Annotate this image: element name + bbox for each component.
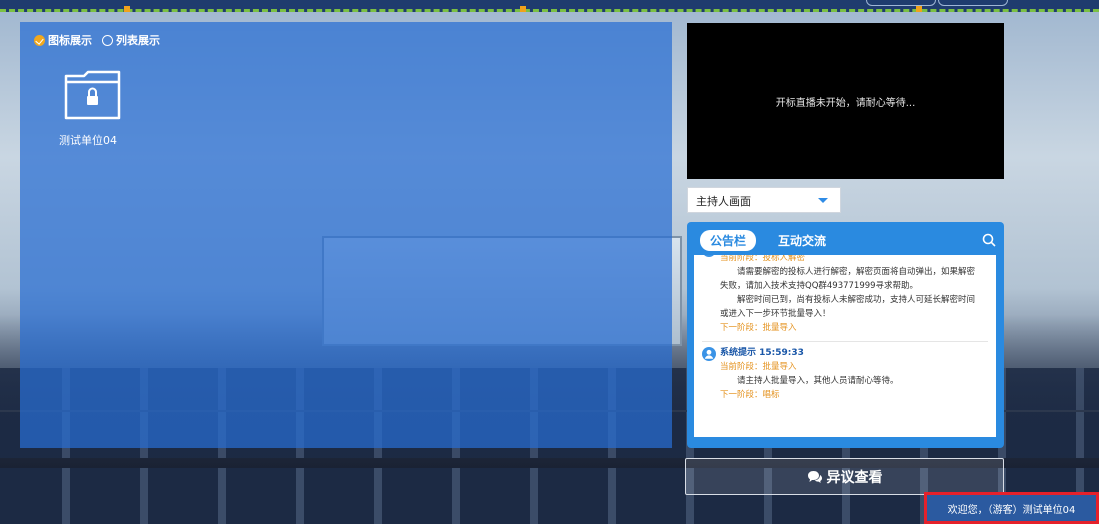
top-strip [0,0,1099,12]
view-toggle: 图标展示 列表展示 [34,32,160,48]
welcome-user: 欢迎您，（游客）测试单位04 [924,492,1099,524]
message-list[interactable]: 当前阶段：投标人解密 请需要解密的投标人进行解密，解密页面将自动弹出，如果解密 … [694,255,996,437]
chat-icon [807,470,822,483]
tab-interaction[interactable]: 互动交流 [768,230,836,251]
list-item: 系统提示 15:59:33 当前阶段：批量导入 请主持人批量导入，其他人员请耐心… [694,346,996,402]
list-item: 当前阶段：投标人解密 请需要解密的投标人进行解密，解密页面将自动弹出，如果解密 … [694,255,996,335]
search-icon[interactable] [982,233,996,247]
divider [702,341,988,342]
icon-view-radio[interactable]: 图标展示 [34,32,92,48]
list-view-radio[interactable]: 列表展示 [102,32,160,48]
live-video: 开标直播未开始，请耐心等待... [687,23,1004,179]
bulletin-panel: 公告栏 互动交流 当前阶段：投标人解密 请需要解密的投标人进行解密，解密页面将自… [687,222,1004,448]
tab-bulletin[interactable]: 公告栏 [700,230,757,251]
avatar [702,347,716,361]
objection-view-button[interactable]: 异议查看 [685,458,1004,495]
locked-folder-icon [64,70,121,120]
camera-select[interactable]: 主持人画面 [687,187,841,213]
avatar [702,255,716,257]
radio-empty-icon [102,34,113,46]
check-icon [34,34,45,46]
bidder-panel: 图标展示 列表展示 测试单位04 [20,22,672,448]
message-sender: 系统提示 15:59:33 [720,348,804,358]
unit-folder[interactable]: 测试单位04 [59,70,122,148]
chevron-down-icon [818,198,828,203]
unit-name: 测试单位04 [59,134,117,147]
live-status-text: 开标直播未开始，请耐心等待... [775,97,916,109]
